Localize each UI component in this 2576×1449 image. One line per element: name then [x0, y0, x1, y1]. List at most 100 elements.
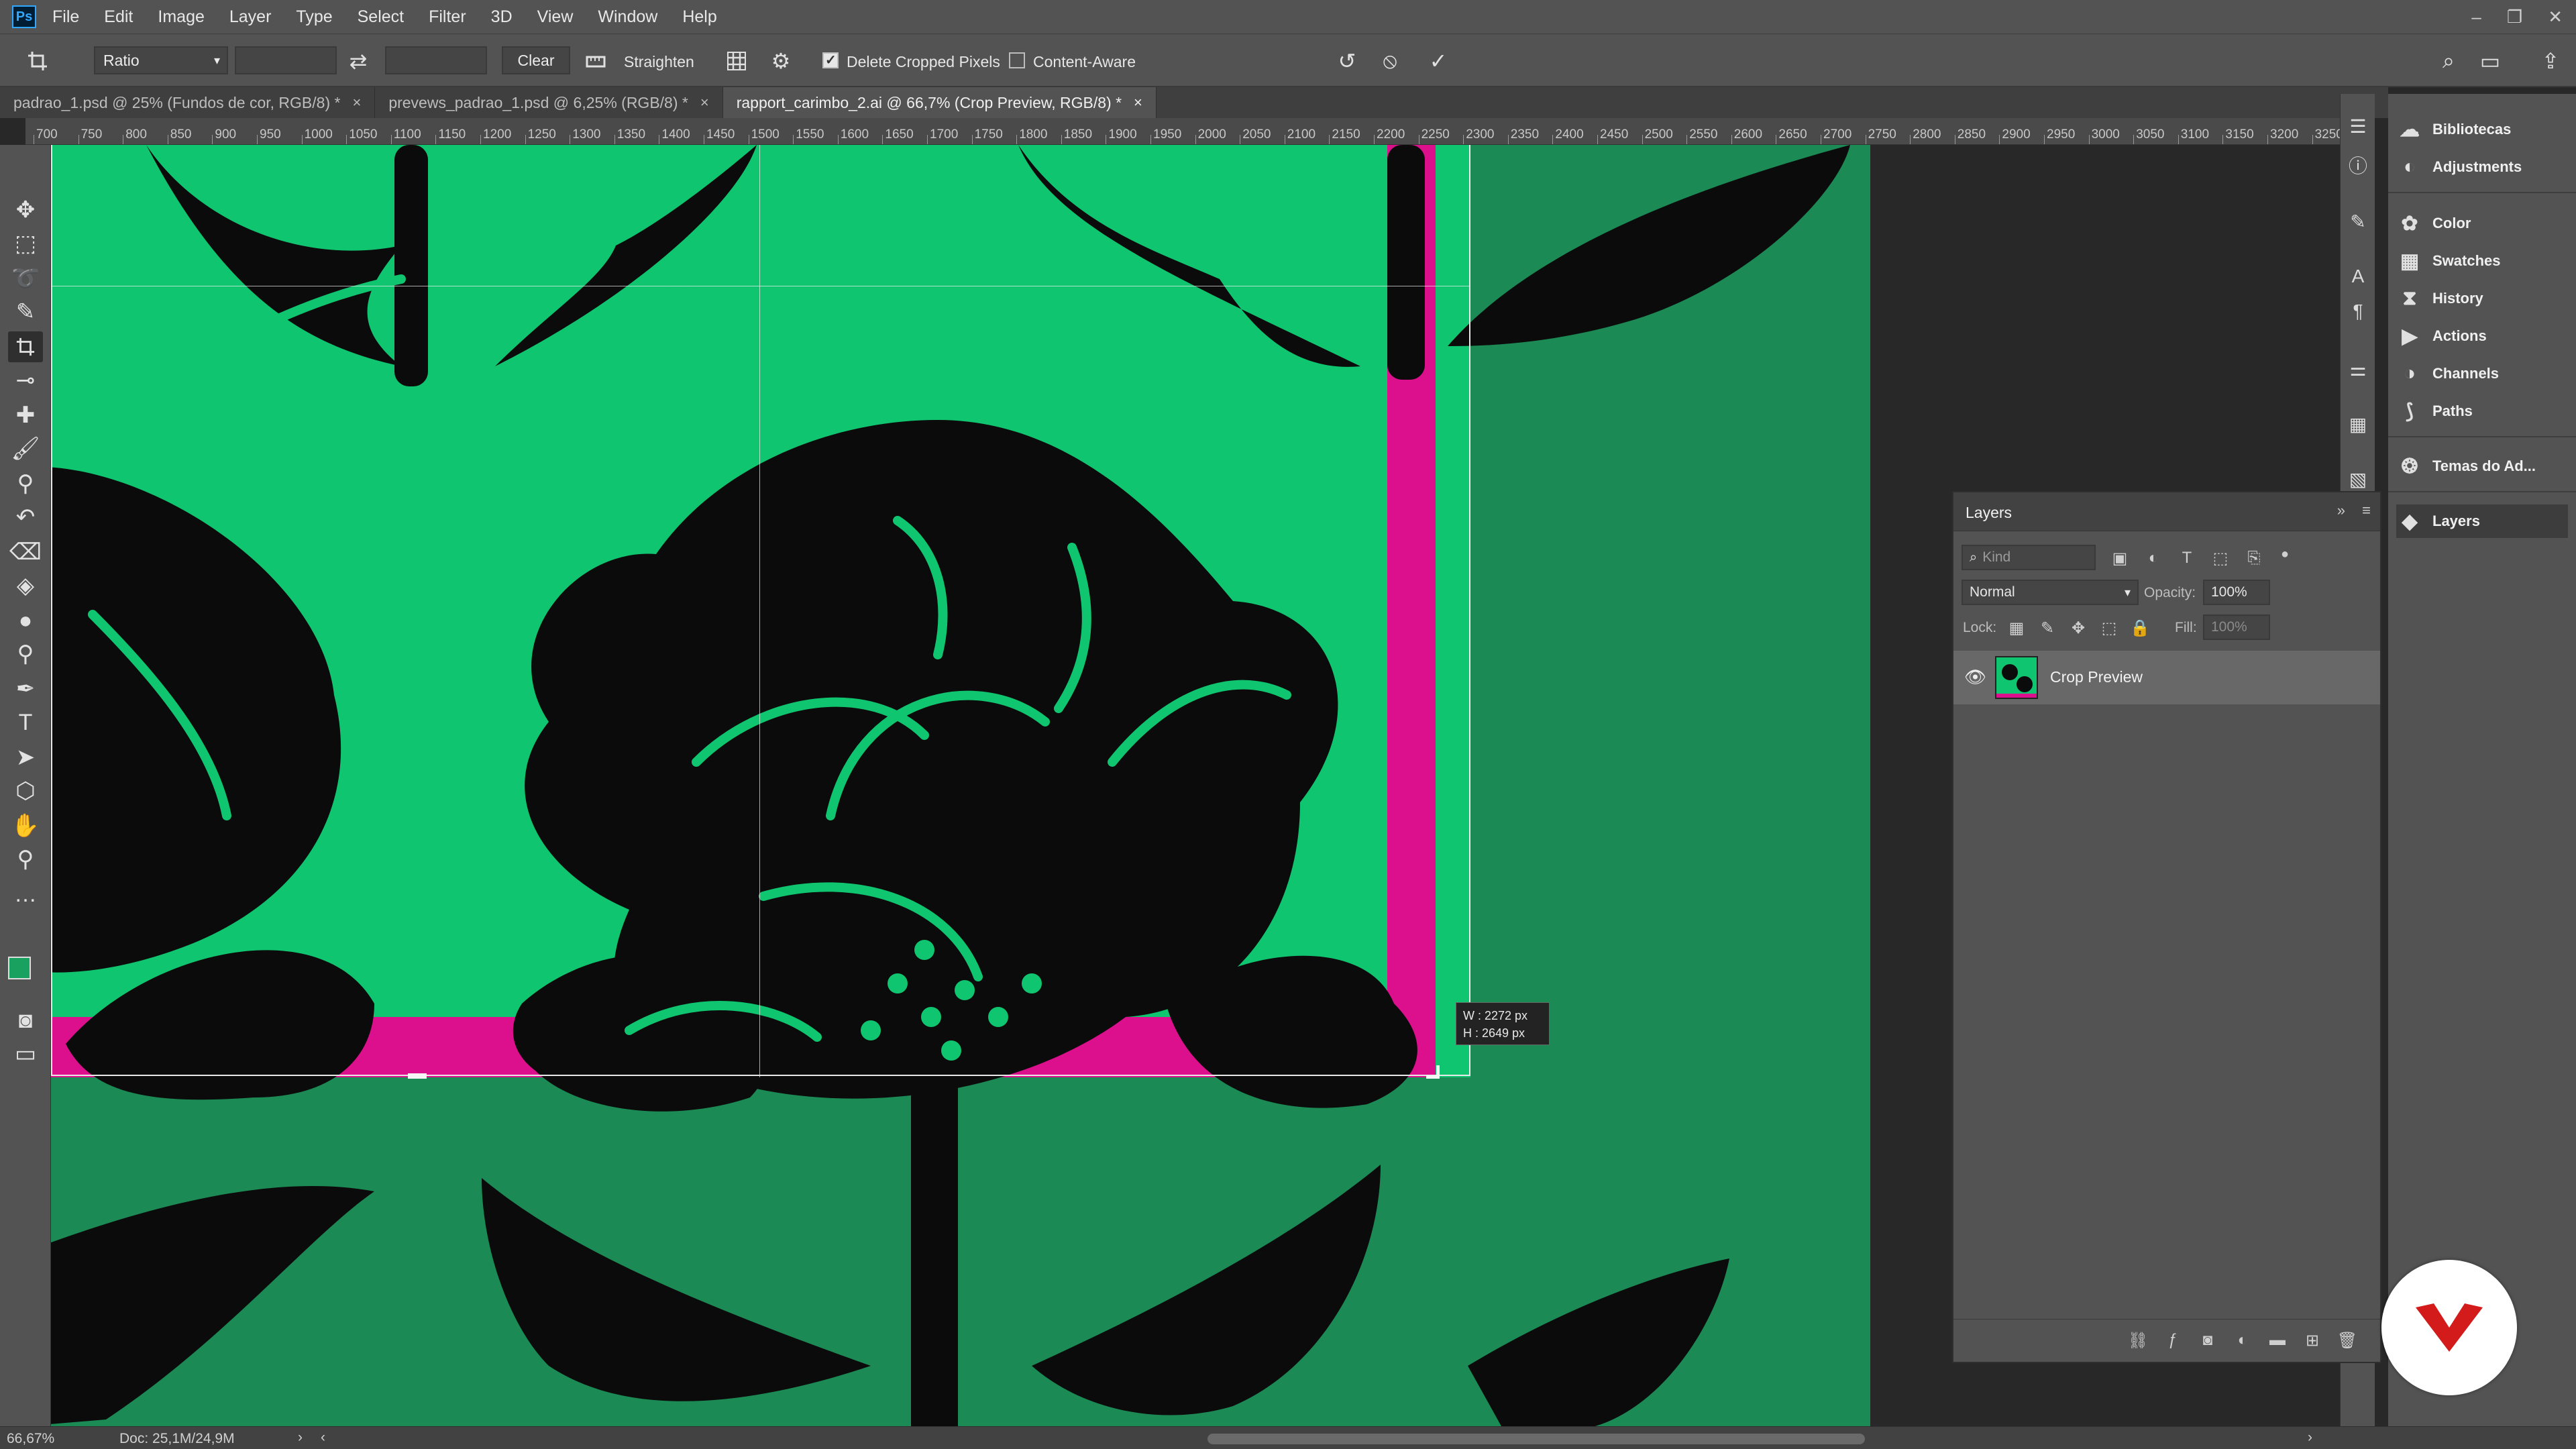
lock-position-icon[interactable]: ✥ [2068, 617, 2089, 639]
clear-button[interactable]: Clear [502, 46, 570, 74]
crop-bounding-box[interactable] [51, 145, 1470, 1076]
blur-tool-icon[interactable]: ● [8, 605, 43, 636]
new-group-icon[interactable]: ▬ [2266, 1329, 2289, 1352]
panel-paths[interactable]: ⟆ Paths [2396, 394, 2568, 428]
layer-row[interactable]: 👁 Crop Preview [1953, 651, 2380, 704]
pattern-icon[interactable]: ▦ [2346, 412, 2370, 436]
menu-image[interactable]: Image [158, 7, 204, 27]
filter-shape-icon[interactable]: ⬚ [2210, 547, 2231, 569]
fill-input[interactable]: 100% [2203, 614, 2270, 640]
tab-rapport[interactable]: rapport_carimbo_2.ai @ 66,7% (Crop Previ… [722, 87, 1157, 118]
dodge-tool-icon[interactable]: ⚲ [8, 639, 43, 669]
reset-icon[interactable]: ↺ [1334, 49, 1360, 73]
history-brush-icon[interactable]: ↶ [8, 502, 43, 533]
filter-toggle-icon[interactable]: ● [2274, 543, 2296, 565]
brush-settings-icon[interactable]: ✎ [2346, 209, 2370, 233]
filter-pixel-icon[interactable]: ▣ [2109, 547, 2131, 569]
content-aware-checkbox[interactable] [1009, 52, 1025, 68]
workspace-icon[interactable]: ▭ [2477, 49, 2504, 73]
menu-view[interactable]: View [537, 7, 574, 27]
panel-bibliotecas[interactable]: ☁ Bibliotecas [2396, 113, 2568, 146]
status-arrow-icon[interactable]: › [298, 1430, 303, 1446]
horizontal-scrollbar[interactable] [1208, 1434, 1865, 1444]
healing-brush-icon[interactable]: ✚ [8, 400, 43, 431]
trash-icon[interactable]: 🗑 [2336, 1329, 2359, 1352]
minimize-icon[interactable]: – [2471, 7, 2481, 28]
lock-all-icon[interactable]: 🔒 [2129, 617, 2151, 639]
tab-prevews[interactable]: prevews_padrao_1.psd @ 6,25% (RGB/8) * × [375, 87, 723, 118]
collapse-panel-icon[interactable]: » [2337, 502, 2345, 519]
ratio-select[interactable]: Ratio ▾ [94, 46, 228, 74]
crop-handle-bottom[interactable] [408, 1073, 427, 1079]
hand-tool-icon[interactable]: ✋ [8, 810, 43, 841]
overlay-grid-icon[interactable] [723, 49, 750, 73]
menu-edit[interactable]: Edit [104, 7, 133, 27]
move-tool-icon[interactable]: ✥ [8, 195, 43, 225]
close-tab-icon[interactable]: × [1134, 94, 1142, 111]
paragraph-icon[interactable]: ¶ [2346, 299, 2370, 323]
fx-icon[interactable]: ƒ [2161, 1329, 2184, 1352]
more-tools-icon[interactable]: … [8, 879, 43, 910]
layers-panel-title[interactable]: Layers [1966, 504, 2012, 522]
opacity-input[interactable]: 100% [2203, 580, 2270, 605]
filter-adjustment-icon[interactable]: ◐ [2143, 547, 2164, 569]
menu-filter[interactable]: Filter [429, 7, 466, 27]
character-icon[interactable]: A [2346, 264, 2370, 288]
lock-transparent-icon[interactable]: ▦ [2006, 617, 2027, 639]
paint-bucket-icon[interactable]: ◈ [8, 570, 43, 601]
quick-mask-icon[interactable]: ◙ [8, 1005, 43, 1036]
layer-filter-kind[interactable]: ⌕ Kind [1962, 545, 2096, 570]
layer-name[interactable]: Crop Preview [2050, 668, 2143, 686]
crop-tool-icon[interactable] [8, 331, 43, 362]
panel-layers[interactable]: ◆ Layers [2396, 504, 2568, 538]
lasso-tool-icon[interactable]: ➰ [8, 263, 43, 294]
delete-cropped-checkbox[interactable] [822, 52, 839, 68]
path-select-icon[interactable]: ➤ [8, 742, 43, 773]
new-layer-icon[interactable]: ⊞ [2301, 1329, 2324, 1352]
screen-mode-icon[interactable]: ▭ [8, 1038, 43, 1069]
close-icon[interactable]: ✕ [2548, 7, 2563, 28]
quick-select-tool-icon[interactable]: ✎ [8, 297, 43, 327]
panel-channels[interactable]: ◑ Channels [2396, 357, 2568, 390]
menu-3d[interactable]: 3D [491, 7, 513, 27]
ratio-width-input[interactable] [235, 46, 337, 74]
brush-tool-icon[interactable]: 🖌 [8, 433, 43, 464]
straighten-label[interactable]: Straighten [624, 53, 694, 71]
type-tool-icon[interactable]: T [8, 707, 43, 738]
link-layers-icon[interactable]: ⛓ [2127, 1329, 2149, 1352]
add-mask-icon[interactable]: ◙ [2196, 1329, 2219, 1352]
zoom-level[interactable]: 66,67% [7, 1431, 54, 1447]
scroll-left-icon[interactable]: ‹ [321, 1430, 325, 1446]
info-icon[interactable]: ⓘ [2346, 153, 2370, 177]
lock-image-icon[interactable]: ✎ [2037, 617, 2058, 639]
tab-padrao[interactable]: padrao_1.psd @ 25% (Fundos de cor, RGB/8… [0, 87, 376, 118]
swap-icon[interactable]: ⇄ [345, 49, 372, 73]
straighten-icon[interactable] [582, 49, 609, 73]
menu-file[interactable]: File [52, 7, 79, 27]
eyedropper-tool-icon[interactable]: ⊸ [8, 365, 43, 396]
crop-handle-corner[interactable] [1426, 1065, 1440, 1079]
restore-icon[interactable]: ❐ [2507, 7, 2522, 28]
adjust-sliders-icon[interactable]: ⚌ [2346, 357, 2370, 381]
close-tab-icon[interactable]: × [352, 94, 361, 111]
gear-icon[interactable]: ⚙ [767, 49, 794, 73]
filter-type-icon[interactable]: T [2176, 547, 2198, 569]
menu-help[interactable]: Help [682, 7, 716, 27]
panel-adjustments[interactable]: ◐ Adjustments [2396, 150, 2568, 184]
pen-tool-icon[interactable]: ✒ [8, 674, 43, 704]
panel-color[interactable]: ✿ Color [2396, 207, 2568, 240]
foreground-color-swatch[interactable] [8, 957, 31, 979]
lock-artboard-icon[interactable]: ⬚ [2098, 617, 2120, 639]
blend-mode-select[interactable]: Normal ▾ [1962, 580, 2139, 605]
styles-icon[interactable]: ▧ [2346, 467, 2370, 491]
menu-window[interactable]: Window [598, 7, 657, 27]
eraser-tool-icon[interactable]: ⌫ [8, 537, 43, 568]
cancel-icon[interactable]: ⦸ [1377, 48, 1403, 73]
clone-stamp-icon[interactable]: ⚲ [8, 468, 43, 499]
menu-type[interactable]: Type [296, 7, 332, 27]
panel-menu-icon[interactable]: ≡ [2362, 502, 2371, 519]
panel-actions[interactable]: ▶ Actions [2396, 319, 2568, 353]
eye-visibility-icon[interactable]: 👁 [1964, 667, 1986, 688]
scroll-right-icon[interactable]: › [2308, 1430, 2312, 1446]
close-tab-icon[interactable]: × [700, 94, 709, 111]
